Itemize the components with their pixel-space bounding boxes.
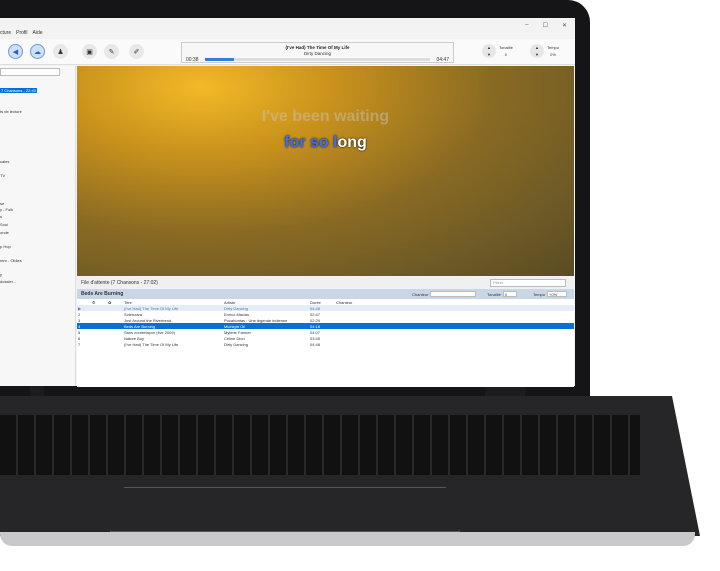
tools-icon[interactable]: ✐: [129, 44, 144, 59]
laptop-front-edge: [0, 532, 695, 546]
tempo-stepper[interactable]: ▲ ▼: [530, 44, 544, 58]
toolbar: ◀ ☁ ♟ ▣ ✎ ✐ (I've Had) The Time Of My Li…: [0, 39, 575, 65]
cell-title: (I've Had) The Time Of My Life: [124, 341, 179, 347]
sidebar-search-input[interactable]: [0, 68, 60, 76]
close-button[interactable]: ✕: [562, 22, 567, 29]
lyrics-next-line: I've been waiting: [261, 108, 390, 125]
menu-profil[interactable]: Profil: [16, 30, 27, 38]
progress-bar[interactable]: [205, 58, 430, 61]
tonalite-value: 0: [504, 52, 508, 57]
lyrics-unsung: ong: [337, 134, 367, 151]
cell-n: 7: [78, 341, 81, 347]
cell: [91, 341, 107, 347]
sidebar-item[interactable]: cales: [0, 159, 9, 164]
minimize-button[interactable]: –: [525, 22, 528, 29]
wrench-icon[interactable]: ✎: [104, 44, 119, 59]
queue-header-label: File d'attente (7 Chansons - 27:02): [81, 280, 158, 286]
sidebar: 7 Chansons - 22:40 ts de lecture cales TV se…: [0, 66, 76, 386]
tonalite-label: Tonalité: [499, 45, 513, 50]
tempo-control: ▲ ▼ Tempo 0%: [530, 44, 559, 58]
queue-tonalite-label: Tonalité: [487, 291, 501, 297]
sidebar-item[interactable]: TV: [0, 173, 5, 178]
chanteur-label: Chanteur: [412, 291, 429, 297]
cell: [335, 341, 574, 347]
volume-icon[interactable]: ◀: [8, 44, 23, 59]
window-icon[interactable]: ▣: [82, 44, 97, 59]
sidebar-item[interactable]: ts de lecture: [0, 109, 22, 114]
menu-lecture[interactable]: cture: [0, 30, 11, 38]
queue-header: File d'attente (7 Chansons - 27:02) Filt…: [77, 277, 574, 289]
app-window: – ☐ ✕ cture Profil Aide ◀ ☁ ♟ ▣ ✎ ✐ (I'v…: [0, 18, 575, 387]
tonalite-stepper[interactable]: ▲ ▼: [482, 44, 496, 58]
sidebar-item[interactable]: onde: [0, 230, 9, 235]
sidebar-item[interactable]: y - Folk: [0, 207, 13, 212]
singer-icon[interactable]: ♟: [53, 44, 68, 59]
menu-aide[interactable]: Aide: [33, 30, 43, 38]
sidebar-item[interactable]: s: [0, 214, 2, 219]
lyrics-sung: for so l: [284, 134, 338, 151]
queue-tonalite-input[interactable]: 0: [502, 291, 517, 297]
current-song-bar: Beds Are Burning Chanteur Tonalité 0 Temp…: [77, 289, 574, 299]
sidebar-item[interactable]: y: [0, 272, 2, 277]
lyrics-current-line: for so long: [77, 134, 574, 152]
touchpad: [110, 487, 460, 532]
current-time: 00:38: [186, 57, 199, 63]
karaoke-video: I've been waiting for so long: [77, 66, 574, 276]
tonalite-control: ▲ ▼ Tonalité 0: [482, 44, 513, 58]
now-playing-title: (I've Had) The Time Of My Life: [285, 45, 350, 50]
filter-input[interactable]: Filtrer: [490, 279, 566, 287]
table-row[interactable]: 7 (I've Had) The Time Of My Life Dirty Dan…: [77, 341, 574, 347]
queue-tempo-label: Tempo: [533, 291, 546, 297]
cell-dur: 04:48: [310, 341, 321, 347]
now-playing-artist: Dirty Dancing: [303, 51, 331, 56]
sidebar-item[interactable]: Soul: [0, 222, 8, 227]
queue-tempo-input[interactable]: +0%: [547, 291, 568, 297]
sidebar-item[interactable]: 7 Chansons - 22:40: [0, 88, 37, 93]
tempo-value: 0%: [550, 52, 556, 57]
current-song-title: Beds Are Burning: [81, 291, 124, 297]
menu-bar: cture Profil Aide: [0, 30, 43, 38]
maximize-button[interactable]: ☐: [543, 22, 548, 29]
total-time: 04:47: [436, 57, 449, 63]
queue-panel: File d'attente (7 Chansons - 27:02) Filt…: [77, 277, 574, 387]
keyboard: [0, 415, 640, 475]
window-controls: – ☐ ✕: [525, 22, 567, 29]
cell-artist: Dirty Dancing: [224, 341, 249, 347]
queue-table: ⚙ ✿ Titre Artiste Durée Chanteur ▶ (I've Had) …: [77, 299, 574, 347]
now-playing: (I've Had) The Time Of My Life Dirty Dan…: [181, 42, 454, 63]
sidebar-item[interactable]: ntro - Oldies: [0, 258, 22, 263]
sidebar-item[interactable]: p Hop: [0, 244, 11, 249]
sidebar-item[interactable]: dossier...: [0, 279, 16, 284]
karaoke-icon[interactable]: ☁: [30, 44, 45, 59]
chanteur-input[interactable]: [430, 291, 477, 297]
tempo-label: Tempo: [547, 45, 560, 50]
sidebar-item[interactable]: se: [0, 201, 4, 206]
cell: [107, 341, 123, 347]
